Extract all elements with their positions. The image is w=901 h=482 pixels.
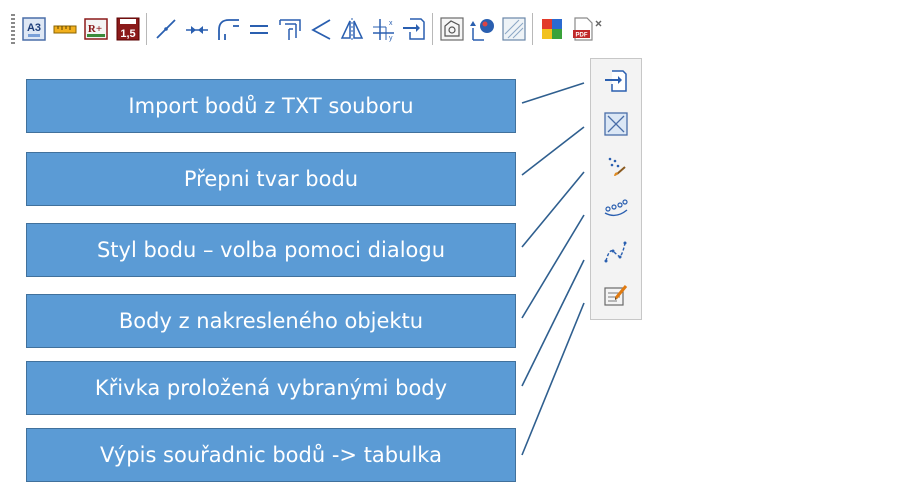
connector-line bbox=[521, 82, 585, 104]
connector-line bbox=[521, 259, 585, 387]
connector-line bbox=[521, 171, 585, 248]
connector-line bbox=[521, 302, 585, 456]
connector-line bbox=[521, 126, 585, 176]
connector-line bbox=[521, 214, 585, 319]
callout-connectors bbox=[521, 82, 585, 456]
